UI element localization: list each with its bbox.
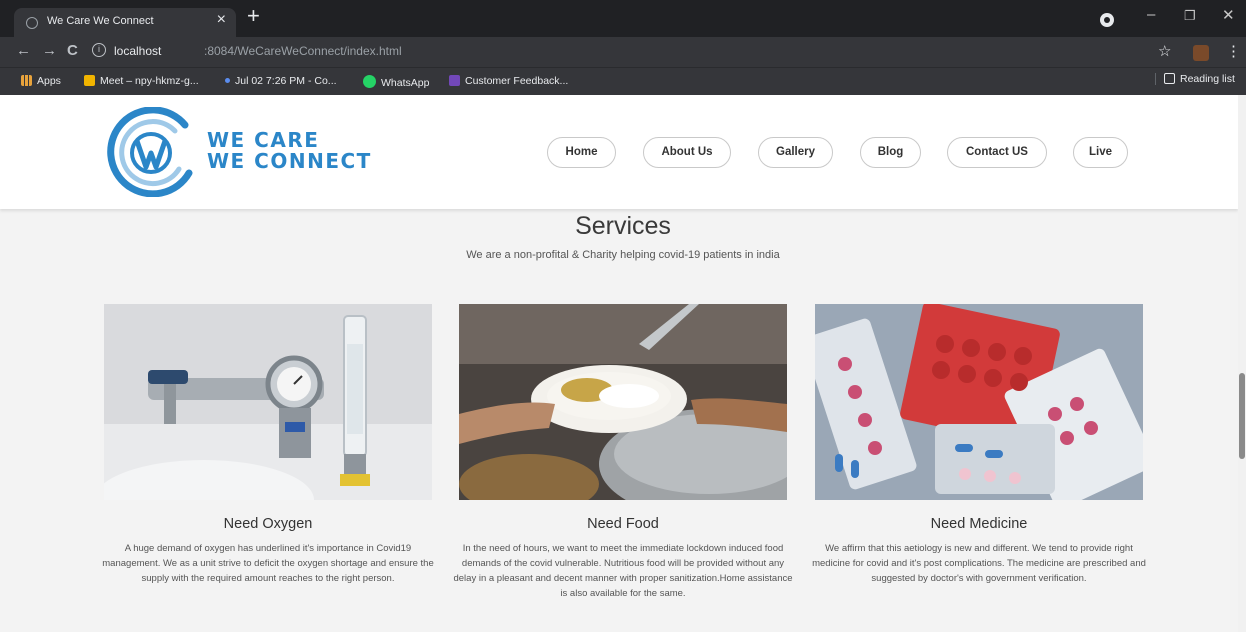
card-title-medicine: Need Medicine bbox=[930, 516, 1028, 532]
browser-toolbar: ← → C i localhost :8084/WeCareWeConnect/… bbox=[0, 37, 1246, 67]
browser-tab[interactable]: We Care We Connect × bbox=[14, 8, 236, 37]
nav-live-button[interactable]: Live bbox=[1073, 137, 1128, 168]
bookmark-apps[interactable]: Apps bbox=[21, 75, 61, 87]
apps-grid-icon bbox=[21, 75, 32, 86]
back-icon[interactable]: ← bbox=[16, 42, 31, 59]
bookmark-meet[interactable]: Meet – npy-hkmz-g... bbox=[84, 75, 199, 87]
reload-icon[interactable]: C bbox=[67, 42, 78, 59]
bookmarks-bar: Apps Meet – npy-hkmz-g... Jul 02 7:26 PM… bbox=[0, 67, 1246, 95]
bookmark-label: Meet – npy-hkmz-g... bbox=[100, 75, 199, 87]
dot-icon bbox=[225, 78, 230, 83]
info-icon[interactable]: i bbox=[92, 43, 106, 57]
logo-line-1: WE CARE bbox=[207, 128, 320, 152]
meet-icon bbox=[84, 75, 95, 86]
menu-kebab-icon[interactable]: ⋮ bbox=[1226, 42, 1241, 60]
nav-about-button[interactable]: About Us bbox=[643, 137, 731, 168]
whatsapp-icon bbox=[363, 75, 376, 88]
web-page: WE CARE WE CONNECT Home About Us Gallery… bbox=[0, 95, 1238, 632]
bookmark-star-icon[interactable]: ☆ bbox=[1158, 42, 1171, 60]
card-text-food: In the need of hours, we want to meet th… bbox=[453, 543, 793, 599]
logo-line-2: WE CONNECT bbox=[207, 149, 372, 173]
address-bar[interactable]: i localhost :8084/WeCareWeConnect/index.… bbox=[92, 41, 1157, 63]
nav-contact-button[interactable]: Contact US bbox=[947, 137, 1047, 168]
profile-icon[interactable] bbox=[1100, 13, 1114, 27]
card-title-oxygen: Need Oxygen bbox=[223, 516, 313, 532]
food-image bbox=[459, 304, 787, 500]
scrollbar-thumb[interactable] bbox=[1239, 373, 1245, 459]
minimize-icon[interactable]: – bbox=[1147, 6, 1155, 23]
new-tab-icon[interactable]: + bbox=[247, 5, 260, 27]
bookmark-label: Apps bbox=[37, 75, 61, 87]
bookmark-customer-feedback[interactable]: Customer Feedback... bbox=[449, 75, 568, 87]
nav-blog-button[interactable]: Blog bbox=[860, 137, 921, 168]
section-title: Services bbox=[575, 212, 671, 240]
browser-tab-strip: We Care We Connect × + – ❐ ✕ bbox=[0, 0, 1246, 37]
bookmark-label: Jul 02 7:26 PM - Co... bbox=[235, 75, 337, 87]
reading-list-label: Reading list bbox=[1180, 73, 1235, 85]
forms-icon bbox=[449, 75, 460, 86]
reading-list-icon bbox=[1164, 73, 1175, 84]
site-header: WE CARE WE CONNECT Home About Us Gallery… bbox=[0, 95, 1238, 209]
close-window-icon[interactable]: ✕ bbox=[1222, 6, 1235, 24]
bookmark-label: WhatsApp bbox=[381, 77, 430, 89]
globe-icon bbox=[26, 17, 38, 29]
nav-gallery-button[interactable]: Gallery bbox=[758, 137, 833, 168]
card-text-medicine: We affirm that this aetiology is new and… bbox=[812, 543, 1146, 584]
close-tab-icon[interactable]: × bbox=[217, 11, 226, 29]
logo-wordmark[interactable]: WE CARE WE CONNECT bbox=[207, 130, 372, 172]
logo-icon[interactable] bbox=[103, 107, 197, 197]
url-path: :8084/WeCareWeConnect/index.html bbox=[204, 44, 402, 58]
restore-icon[interactable]: ❐ bbox=[1184, 8, 1196, 24]
forward-icon[interactable]: → bbox=[42, 42, 57, 59]
reading-list[interactable]: Reading list bbox=[1155, 73, 1235, 85]
card-text-oxygen: A huge demand of oxygen has underlined i… bbox=[102, 543, 434, 584]
section-subtitle: We are a non-profital & Charity helping … bbox=[466, 249, 780, 261]
bookmark-whatsapp[interactable]: WhatsApp bbox=[363, 75, 429, 89]
bookmark-calendar-event[interactable]: Jul 02 7:26 PM - Co... bbox=[225, 75, 337, 87]
card-title-food: Need Food bbox=[587, 516, 659, 532]
medicine-image bbox=[815, 304, 1143, 500]
extension-avatar-icon[interactable] bbox=[1193, 45, 1209, 61]
url-host: localhost bbox=[114, 44, 162, 58]
page-scrollbar[interactable] bbox=[1238, 95, 1246, 632]
oxygen-image bbox=[104, 304, 432, 500]
bookmark-label: Customer Feedback... bbox=[465, 75, 569, 87]
tab-title: We Care We Connect bbox=[47, 15, 154, 27]
nav-home-button[interactable]: Home bbox=[547, 137, 616, 168]
